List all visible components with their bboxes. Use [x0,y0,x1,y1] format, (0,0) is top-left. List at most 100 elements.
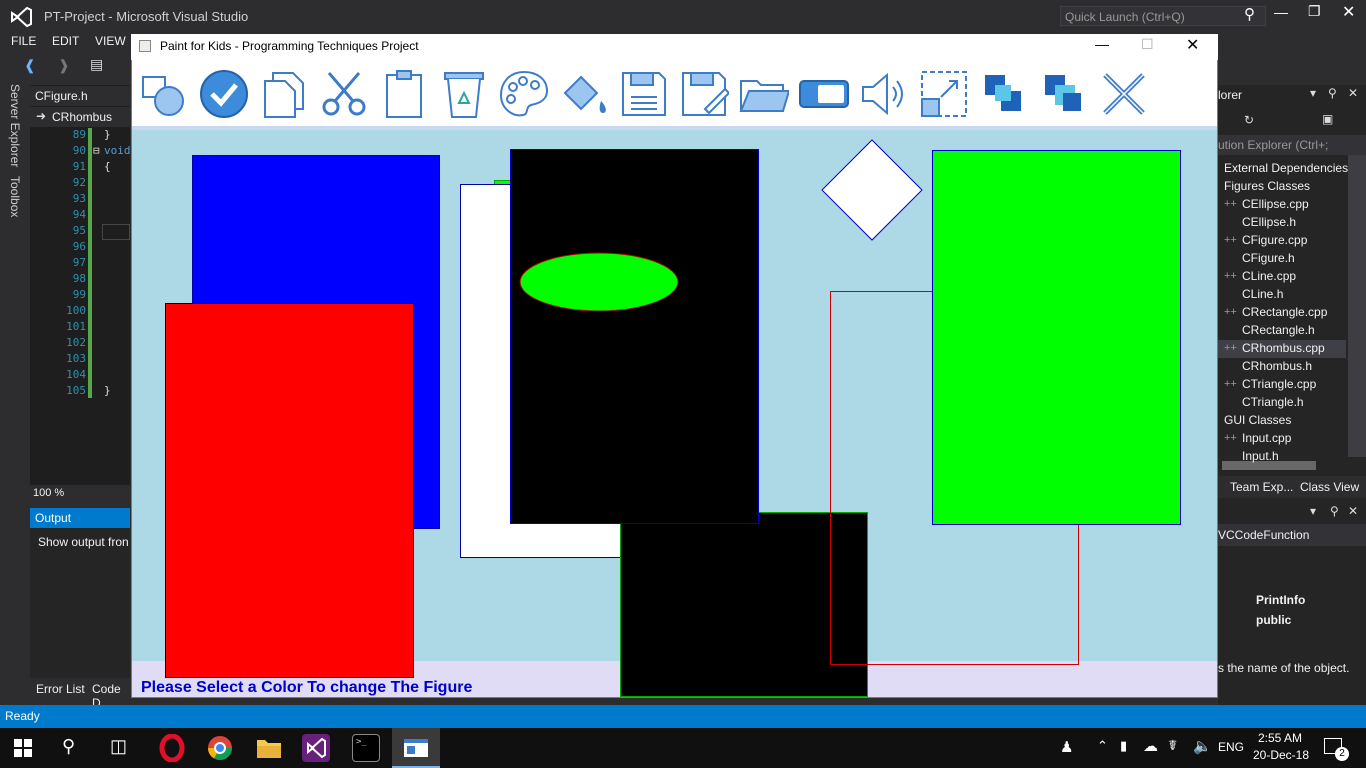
new-project-icon[interactable]: ▤ [90,56,103,73]
paint-minimize-icon[interactable]: — [1095,36,1109,52]
recycle-bin-icon[interactable] [438,66,490,122]
figure-rhombus-white[interactable] [820,138,924,242]
save-icon[interactable] [618,66,670,122]
file-tab-cfigure[interactable]: CFigure.h [30,86,130,106]
solution-item[interactable]: CTriangle.h [1242,395,1304,409]
search-icon[interactable]: ⚲ [1244,5,1255,23]
dropdown-icon[interactable]: ▾ [1310,86,1316,100]
console-icon[interactable]: >_ [352,734,380,762]
forward-icon[interactable]: ❱ [58,57,70,74]
properties-object-select[interactable]: VCCodeFunction [1218,524,1366,546]
figure-rectangle-black[interactable] [510,149,759,524]
output-source-label[interactable]: Show output fron [38,535,129,549]
panel-close-icon[interactable]: ✕ [1348,86,1358,100]
figure-ellipse-green[interactable] [518,251,680,313]
solution-item[interactable]: CRectangle.cpp [1242,305,1327,319]
sync-icon[interactable]: ↻ [1244,113,1254,127]
menu-edit[interactable]: EDIT [52,34,79,48]
windows-start-icon[interactable] [14,739,32,757]
task-view-icon[interactable]: ◫ [110,736,127,757]
solution-search-input[interactable]: ution Explorer (Ctrl+; [1218,135,1366,155]
restore-icon[interactable]: ❐ [1308,3,1321,20]
property-access-value[interactable]: public [1256,613,1291,627]
paint-maximize-icon[interactable]: ☐ [1141,36,1154,53]
solution-item[interactable]: CLine.cpp [1242,269,1296,283]
solution-item[interactable]: CTriangle.cpp [1242,377,1316,391]
tab-class-view[interactable]: Class View [1300,480,1359,494]
toggle-mode-icon[interactable] [798,66,850,122]
fill-bucket-icon[interactable] [558,66,610,122]
open-folder-icon[interactable] [738,66,790,122]
copy-icon[interactable] [258,66,310,122]
vs-status-bar: Ready [0,705,1366,728]
file-explorer-icon[interactable] [255,734,283,762]
solution-item[interactable]: CRhombus.h [1242,359,1312,373]
clock-time[interactable]: 2:55 AM [1258,731,1302,745]
menu-view[interactable]: VIEW [95,34,126,48]
figure-rectangle-red[interactable] [165,303,414,661]
solution-item[interactable]: CLine.h [1242,287,1283,301]
props-close-icon[interactable]: ✕ [1348,504,1358,518]
solution-item[interactable]: CEllipse.h [1242,215,1296,229]
select-shapes-icon[interactable] [138,66,190,122]
visual-studio-taskbar-icon[interactable] [302,734,330,762]
language-indicator[interactable]: ENG [1218,740,1244,754]
figure-rectangle-green[interactable] [932,150,1181,525]
sound-icon[interactable] [858,66,910,122]
cloud-icon[interactable]: ☁ [1143,737,1158,755]
solution-scrollbar[interactable] [1348,155,1366,457]
back-icon[interactable]: ❰ [24,57,36,74]
tab-team-explorer[interactable]: Team Exp... [1230,480,1293,494]
server-explorer-tab[interactable]: Server Explorer [8,84,22,167]
chevron-up-icon[interactable]: ⌃ [1097,738,1108,754]
cpp-file-icon: ++ [1224,270,1237,282]
bring-front-icon[interactable] [978,66,1030,122]
cut-icon[interactable] [318,66,370,122]
solution-item[interactable]: Input.h [1242,449,1279,463]
search-icon-taskbar[interactable]: ⚲ [62,736,75,757]
exit-icon[interactable] [1098,66,1150,122]
solution-item[interactable]: GUI Classes [1224,413,1291,427]
solution-item[interactable]: Figures Classes [1224,179,1310,193]
check-icon[interactable] [198,66,250,122]
zoom-dropdown[interactable]: 100 % [30,485,130,501]
collapse-icon[interactable]: ⊟ [93,144,100,157]
menu-file[interactable]: FILE [11,34,36,48]
wifi-icon[interactable]: ☤ [1168,737,1177,754]
solution-explorer-header: lorer [1218,88,1243,102]
palette-icon[interactable] [498,66,550,122]
quick-launch-input[interactable]: Quick Launch (Ctrl+Q) [1060,6,1266,26]
clock-date[interactable]: 20-Dec-18 [1253,748,1309,762]
save-as-icon[interactable] [678,66,730,122]
toolbox-tab[interactable]: Toolbox [8,176,22,217]
solution-item[interactable]: CRectangle.h [1242,323,1315,337]
paste-icon[interactable] [378,66,430,122]
solution-item[interactable]: CFigure.h [1242,251,1295,265]
solution-item[interactable]: CRhombus.cpp [1242,341,1325,355]
props-pin-icon[interactable]: ⚲ [1330,504,1339,518]
resize-icon[interactable] [918,66,970,122]
battery-icon[interactable]: ▮ [1120,738,1127,754]
drawing-canvas[interactable] [132,130,1217,661]
solution-item[interactable]: CEllipse.cpp [1242,197,1309,211]
close-icon[interactable]: ✕ [1342,2,1355,22]
solution-item[interactable]: External Dependencies [1224,161,1348,175]
send-back-icon[interactable] [1038,66,1090,122]
properties-grid: PrintInfo public [1218,575,1346,635]
pin-icon[interactable]: ⚲ [1328,86,1337,100]
solution-item[interactable]: Input.cpp [1242,431,1291,445]
volume-icon[interactable]: 🔈 [1193,737,1212,755]
solution-item[interactable]: CFigure.cpp [1242,233,1307,247]
opera-icon[interactable] [158,733,186,763]
people-icon[interactable]: ♟ [1060,738,1073,756]
minimize-icon[interactable]: — [1274,4,1288,20]
tab-error-list[interactable]: Error List [36,682,85,696]
collapse-all-icon[interactable]: ▣ [1322,112,1333,126]
chrome-icon[interactable] [206,734,234,762]
explorer-tabs: Team Exp... Class View [1218,476,1366,498]
line-number: 104 [66,368,86,381]
paint-close-icon[interactable]: ✕ [1186,35,1199,55]
property-name-value[interactable]: PrintInfo [1256,593,1305,607]
props-dropdown-icon[interactable]: ▾ [1310,504,1316,518]
paint-app-icon[interactable] [402,734,430,762]
